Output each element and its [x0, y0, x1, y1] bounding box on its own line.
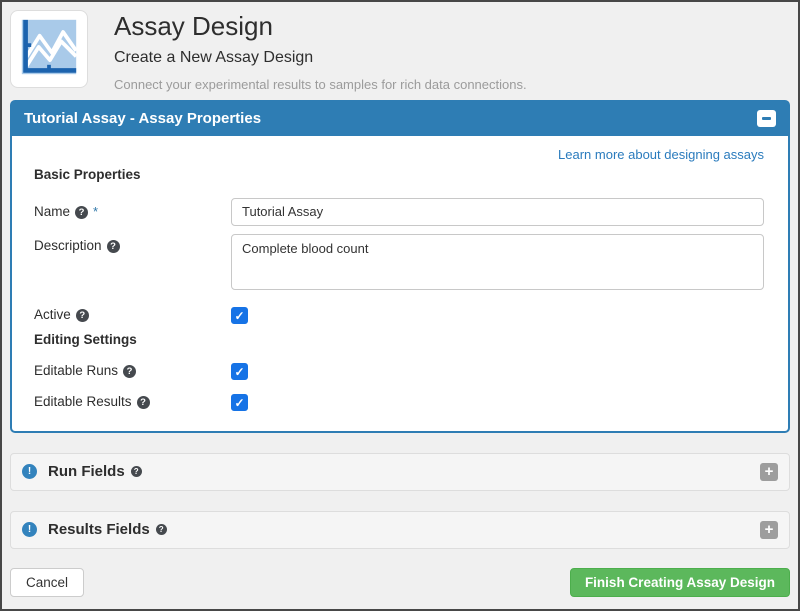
assay-properties-panel-title: Tutorial Assay - Assay Properties: [24, 110, 261, 127]
info-icon: !: [22, 522, 37, 537]
app-header: Assay Design Create a New Assay Design C…: [2, 2, 798, 96]
description-field-control: Complete blood count: [231, 234, 764, 295]
learn-more-link[interactable]: Learn more about designing assays: [558, 147, 764, 162]
page-title: Assay Design: [114, 12, 527, 41]
name-input[interactable]: [231, 198, 764, 226]
editable-results-label: Editable Results?: [34, 392, 231, 411]
editable-runs-field-row: Editable Runs?: [34, 361, 764, 380]
description-label: Description?: [34, 234, 231, 295]
editable-runs-checkbox[interactable]: [231, 363, 248, 380]
description-textarea[interactable]: Complete blood count: [231, 234, 764, 290]
expand-icon[interactable]: +: [760, 521, 778, 539]
header-text: Assay Design Create a New Assay Design C…: [114, 10, 527, 92]
editable-runs-field-control: [231, 361, 764, 380]
expand-icon[interactable]: +: [760, 463, 778, 481]
help-icon[interactable]: ?: [131, 466, 142, 477]
footer-bar: Cancel Finish Creating Assay Design: [10, 568, 790, 597]
assay-properties-panel-header: Tutorial Assay - Assay Properties: [12, 102, 788, 136]
help-icon[interactable]: ?: [156, 524, 167, 535]
basic-properties-heading: Basic Properties: [34, 167, 764, 182]
page-description: Connect your experimental results to sam…: [114, 77, 527, 92]
assay-design-page: Assay Design Create a New Assay Design C…: [0, 0, 800, 611]
minus-bar: [762, 117, 771, 120]
help-icon[interactable]: ?: [76, 309, 89, 322]
results-fields-title: Results Fields: [48, 521, 150, 538]
run-fields-panel[interactable]: ! Run Fields ? +: [10, 453, 790, 491]
required-marker: *: [93, 204, 98, 219]
description-field-row: Description? Complete blood count: [34, 234, 764, 295]
editable-results-field-control: [231, 392, 764, 411]
editable-runs-label: Editable Runs?: [34, 361, 231, 380]
assay-icon-card: [10, 10, 88, 88]
name-label: Name?*: [34, 198, 231, 226]
finish-creating-assay-design-button[interactable]: Finish Creating Assay Design: [570, 568, 790, 597]
active-field-row: Active?: [34, 305, 764, 324]
page-subtitle: Create a New Assay Design: [114, 49, 527, 67]
help-icon[interactable]: ?: [123, 365, 136, 378]
editable-results-field-row: Editable Results?: [34, 392, 764, 411]
editing-settings-heading: Editing Settings: [34, 332, 764, 347]
results-fields-panel[interactable]: ! Results Fields ? +: [10, 511, 790, 549]
active-checkbox[interactable]: [231, 307, 248, 324]
line-chart-icon: [19, 17, 79, 82]
assay-properties-panel-body: Learn more about designing assays Basic …: [12, 136, 788, 431]
cancel-button[interactable]: Cancel: [10, 568, 84, 597]
help-icon[interactable]: ?: [137, 396, 150, 409]
learn-more-row: Learn more about designing assays: [34, 146, 764, 163]
active-label: Active?: [34, 305, 231, 324]
collapse-icon[interactable]: [757, 110, 776, 127]
assay-properties-panel: Tutorial Assay - Assay Properties Learn …: [10, 100, 790, 433]
active-field-control: [231, 305, 764, 324]
info-icon: !: [22, 464, 37, 479]
name-field-control: [231, 198, 764, 226]
run-fields-title: Run Fields: [48, 463, 125, 480]
help-icon[interactable]: ?: [75, 206, 88, 219]
help-icon[interactable]: ?: [107, 240, 120, 253]
editable-results-checkbox[interactable]: [231, 394, 248, 411]
name-field-row: Name?*: [34, 198, 764, 226]
